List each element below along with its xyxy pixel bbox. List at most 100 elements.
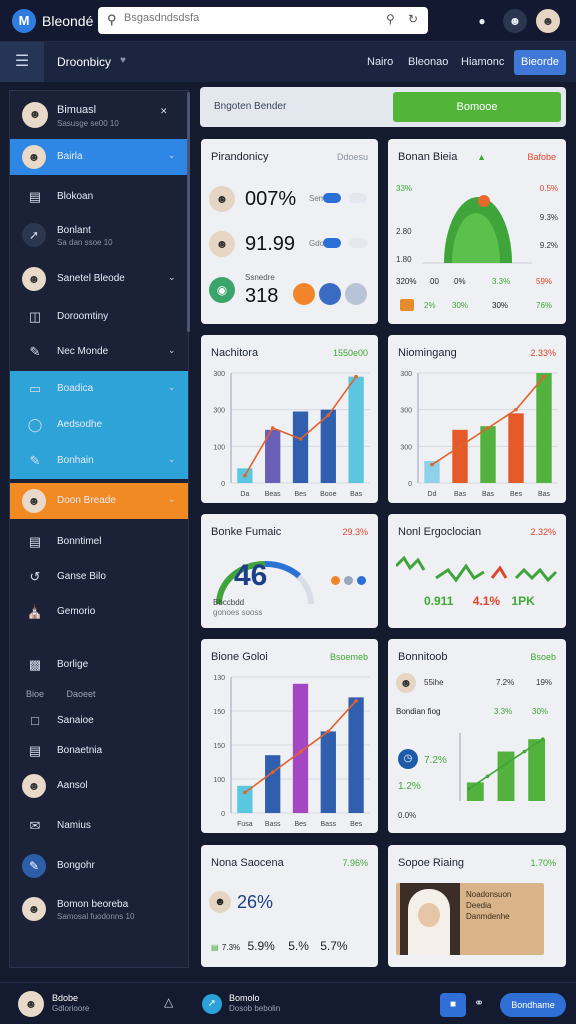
refresh-icon: ↺ [29,569,41,584]
collapse-icon[interactable]: ✕ [160,106,168,117]
sidebar-item-16[interactable]: ▤ Bonaetnia [10,733,188,769]
banner-button[interactable]: Bomooe [393,92,561,122]
bar-chart-1: 300 300 100 0 Da Beas Bes Booe Bas [213,371,370,498]
sidebar-item-6[interactable]: ✎ Nec Monde ⌄ [10,334,188,370]
bar [536,373,552,483]
avatar: ☻ [22,267,46,291]
small-kpi-card: Nona Saocena 7.96% ☻ 26% ▤ 7.3% 5.9% 5.%… [201,845,378,967]
avatar: ☻ [209,891,231,913]
promo-line: Danmdenhe [466,912,510,921]
card-tag: 7.96% [342,858,368,868]
sidebar-item-19[interactable]: ✎ Bongohr [10,848,188,884]
sidebar-item-label: Bomon beoreba [57,899,129,910]
arch-left-value: 33% [396,184,413,193]
footer-sub: Gdlorioore [52,1004,90,1013]
mix-card: Bonnitoob Bsoeb ☻ 55ihe 7.2% 19% Bondian… [388,639,566,833]
card-title: Niomingang [398,347,457,359]
sidebar-item-13[interactable]: ⛪ Gemorio [10,594,188,630]
sidebar-item-label: Sanaioe [57,715,94,726]
footer-mid-sub: Dosob bebolin [229,1004,281,1013]
y-tick-label: 150 [213,743,225,750]
sidebar-scrollbar[interactable] [187,92,190,332]
sidebar-item-1[interactable]: ☻ Bairla ⌄ [10,139,188,175]
puzzle-icon: ▩ [28,657,42,672]
chevron-down-icon: ⌄ [168,345,176,355]
kpi-value: 26% [237,892,274,912]
kpi-value: 91.99 [245,233,296,255]
x-tick-label: Bas [538,491,551,498]
trend-point [243,473,247,478]
sidebar-item-18[interactable]: ✉ Namius [10,808,188,844]
voice-search-icon[interactable]: ↻ [408,12,418,26]
notification-icon[interactable]: ● [470,9,494,33]
terminal-icon: ▤ [28,534,42,549]
profile-avatar[interactable]: ☻ [536,9,560,33]
sidebar-item-17[interactable]: ☻ Aansol [10,768,188,804]
search-box[interactable]: ⚲ ⚲ ↻ [98,7,428,34]
app-icon[interactable]: ➚ [202,994,222,1014]
bar [508,413,524,483]
sidebar-item-7[interactable]: ▭ Boadica ⌄ [10,371,188,407]
nav-cta-button[interactable]: Bieorde [514,50,566,75]
footer-cta-button[interactable]: Bondhame [500,993,566,1017]
sidebar-item-2[interactable]: ▤ Blokoan [10,179,188,215]
card-title: Bonke Fumaic [211,526,282,538]
promo-image[interactable]: Noadonsuon Deedia Danmdenhe [396,883,544,955]
footer-avatar[interactable]: ☻ [18,991,44,1017]
y-tick-label: 0 [221,481,225,488]
user-avatar-small[interactable]: ☻ [503,9,527,33]
pencil-icon: ✎ [29,453,41,468]
sidebar-item-12[interactable]: ↺ Ganse Bilo [10,559,188,595]
sidebar-item-label: Blokoan [57,191,94,202]
search-input[interactable] [124,12,374,24]
y-tick-label: 0 [408,481,412,488]
chart-icon: ▤ [211,943,219,952]
trend-point [270,426,275,430]
sidebar-item-label: Namius [57,820,91,831]
arch-right-value: 9.2% [539,241,558,250]
hamburger-menu-icon[interactable]: ☰ [0,42,44,82]
square-button[interactable]: ■ [440,993,466,1017]
pin-icon[interactable]: ♥ [120,55,126,66]
drop-icon[interactable]: △ [164,995,173,1009]
sidebar-item-3[interactable]: ➚ Bonlant Sa dan ssoe 10 [10,217,188,257]
search-submit-icon[interactable]: ⚲ [386,12,395,26]
sidebar-item-4[interactable]: ☻ Sanetel Bleode ⌄ [10,261,188,297]
link-icon[interactable]: ⚭ [474,996,484,1010]
sparkline-2 [435,563,485,583]
x-tick-label: Bes [294,821,307,828]
small-row: ▤ 7.3% 5.9% 5.% 5.7% [211,939,371,953]
small-value: 7.3% [221,943,241,952]
x-tick-label: Booe [320,491,336,498]
bar-chart-card-3: Bione Goloi Bsoemeb 130 150 150 100 0 Fusa Bas… [201,639,378,833]
sidebar-profile[interactable]: ☻ Bimuasl Sasusge se00 10 ✕ [10,95,188,135]
nav-link-1[interactable]: Nairo [367,56,393,68]
kpi-row-2: ☻ 91.99 Gdo [209,227,369,263]
app-logo-icon[interactable]: M [12,9,36,33]
section-header-left: Bioe [26,689,45,699]
mix-value: 19% [536,678,553,687]
arch-value: 76% [536,301,553,310]
sidebar-item-8[interactable]: ◯ Aedsodhe [10,407,188,443]
chart-icon: ▤ [28,189,42,204]
face-icon [418,903,440,927]
nav-link-3[interactable]: Hiamonc [461,56,504,68]
app-brand: Bleondé [42,13,94,29]
trend-point [326,729,331,734]
trend-point [430,462,434,467]
card-tag: 29.3% [342,527,368,537]
sidebar-item-10[interactable]: ☻ Doon Breade ⌄ [10,483,188,519]
sidebar-item-14[interactable]: ▩ Borlige [10,647,188,683]
spark-value: 1PK [511,594,535,608]
sidebar-item-5[interactable]: ◫ Doroomtiny [10,299,188,335]
sidebar-item-20[interactable]: ☻ Bomon beoreba Samosal fuodonns 10 [10,891,188,931]
nav-link-2[interactable]: Bleonao [408,56,448,68]
promo-line: Noadonsuon [466,890,512,899]
y-tick-label: 300 [400,371,412,378]
sidebar-item-11[interactable]: ▤ Bonntimel [10,524,188,560]
card-tag: 1550e00 [332,348,368,358]
sidebar-item-9[interactable]: ✎ Bonhain ⌄ [10,443,188,479]
legend-dot [344,576,353,585]
section-header-right: Daoeet [66,689,96,699]
arch-left-value: 2.80 [396,227,412,236]
